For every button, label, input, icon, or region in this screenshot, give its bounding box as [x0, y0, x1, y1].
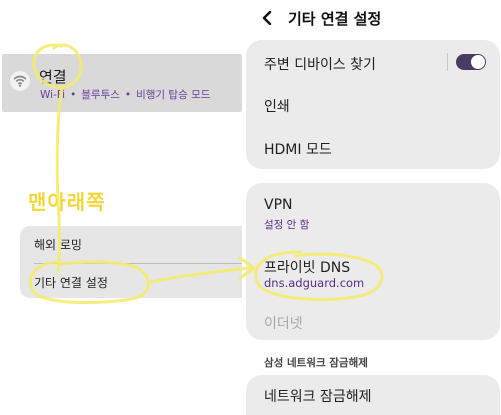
divider [34, 263, 242, 264]
list-item-more-connection-settings[interactable]: 기타 연결 설정 [34, 274, 108, 291]
connections-title: 연결 [39, 68, 67, 86]
divider [447, 53, 448, 71]
hdmi-mode-item[interactable]: HDMI 모드 [264, 139, 332, 159]
sub-airplane-mode: 비행기 탑승 모드 [136, 89, 211, 101]
nearby-device-scan-item[interactable]: 주변 디바이스 찾기 [264, 54, 376, 74]
annotation-scroll-bottom-text: 맨아래쪽 [28, 190, 106, 214]
sub-bluetooth: 블루투스 [81, 89, 120, 101]
settings-card-network: VPN 설정 안 함 프라이빗 DNS dns.adguard.com 이더넷 [246, 183, 500, 340]
network-unlock-item[interactable]: 네트워크 잠금해제 [264, 386, 372, 406]
separator-dot: • [124, 89, 132, 101]
page-header: 기타 연결 설정 [262, 7, 381, 29]
back-chevron-icon[interactable] [262, 10, 278, 26]
settings-card-unlock: 네트워크 잠금해제 [246, 375, 500, 415]
sub-wifi: Wi-Fi [40, 89, 66, 101]
connections-menu-item[interactable]: 연결 Wi-Fi • 블루투스 • 비행기 탑승 모드 [2, 54, 242, 112]
list-item-roaming[interactable]: 해외 로밍 [34, 236, 82, 253]
ethernet-item: 이더넷 [264, 316, 303, 332]
left-settings-list: 해외 로밍 기타 연결 설정 [20, 226, 242, 298]
printing-item[interactable]: 인쇄 [264, 96, 290, 116]
nearby-device-scan-toggle[interactable] [456, 54, 486, 70]
wifi-icon [10, 71, 30, 91]
settings-card-devices: 주변 디바이스 찾기 인쇄 HDMI 모드 [246, 40, 500, 169]
connections-subtitle: Wi-Fi • 블루투스 • 비행기 탑승 모드 [40, 87, 210, 102]
section-header-samsung-unlock: 삼성 네트워크 잠금해제 [264, 357, 368, 369]
vpn-item[interactable]: VPN [264, 197, 293, 213]
vpn-status: 설정 안 함 [264, 219, 310, 231]
separator-dot: • [70, 89, 77, 101]
private-dns-value: dns.adguard.com [264, 276, 365, 290]
private-dns-item[interactable]: 프라이빗 DNS [264, 257, 350, 277]
page-title: 기타 연결 설정 [288, 9, 382, 28]
toggle-knob [471, 55, 485, 69]
